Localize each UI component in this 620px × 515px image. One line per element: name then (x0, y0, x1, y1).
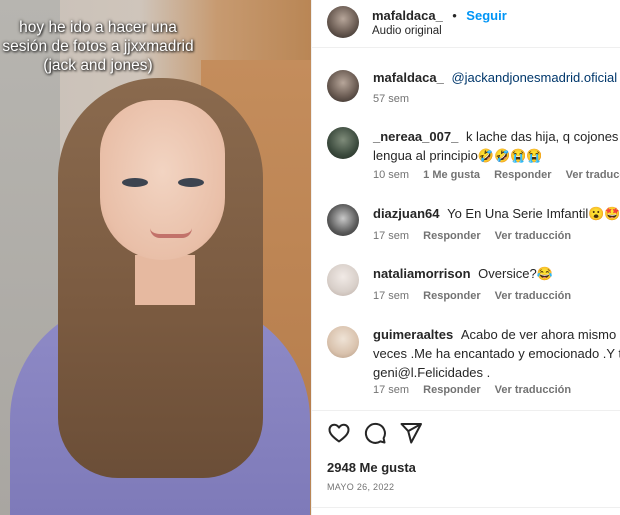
follow-button[interactable]: Seguir (466, 8, 506, 23)
person-eye-right (178, 178, 204, 187)
comment-text: nataliamorrison Oversice?😂 (373, 264, 553, 283)
comment-input-area[interactable] (312, 507, 620, 515)
post-media[interactable]: hoy he ido a hacer una sesión de fotos a… (0, 0, 311, 515)
comment-username[interactable]: _nereaa_007_ (373, 129, 458, 144)
comment-username[interactable]: guimeraaltes (373, 327, 453, 342)
comment-time[interactable]: 10 sem (373, 169, 409, 181)
post-header: mafaldaca_ • Seguir Audio original (312, 0, 620, 48)
comment-username[interactable]: diazjuan64 (373, 206, 439, 221)
person-mouth (150, 228, 192, 238)
post-details-panel: mafaldaca_ • Seguir Audio original mafal… (311, 0, 620, 515)
avatar[interactable] (327, 204, 359, 236)
comment-body-line: lengua al principio🤣🤣😭😭 (373, 148, 543, 163)
comment-time[interactable]: 17 sem (373, 384, 409, 396)
caption-line: (jack and jones) (43, 57, 153, 74)
avatar[interactable] (327, 127, 359, 159)
likes-count[interactable]: 2948 Me gusta (327, 460, 416, 475)
comment-meta: 17 sem Responder Ver traducción (373, 384, 582, 396)
comment-meta: 57 sem (373, 93, 420, 105)
comment-body-line: Yo En Una Serie Imfantil😮🤩🔥 (447, 206, 620, 221)
caption-line: hoy he ido a hacer una (19, 19, 177, 36)
reply-button[interactable]: Responder (494, 169, 551, 181)
comment-text: _nereaa_007_ k lache das hija, q cojones… (373, 127, 620, 146)
comment-body-line: Acabo de ver ahora mismo la (460, 327, 620, 342)
post-date[interactable]: MAYO 26, 2022 (327, 482, 394, 492)
translate-button[interactable]: Ver traducción (566, 169, 620, 181)
reply-button[interactable]: Responder (423, 290, 480, 302)
avatar[interactable] (327, 326, 359, 358)
translate-button[interactable]: Ver traducción (495, 230, 571, 242)
heart-icon[interactable] (327, 421, 351, 445)
comment-text: mafaldaca_ @jackandjonesmadrid.oficial @… (373, 68, 620, 87)
comment-body-line: veces .Me ha encantado y emocionado .Y t… (373, 346, 620, 361)
comment-username[interactable]: nataliamorrison (373, 266, 471, 281)
comment-meta: 10 sem 1 Me gusta Responder Ver traducci… (373, 169, 620, 181)
comment-username[interactable]: mafaldaca_ (373, 70, 444, 85)
comment-time[interactable]: 57 sem (373, 93, 409, 105)
comment-meta: 17 sem Responder Ver traducción (373, 230, 582, 242)
comment-icon[interactable] (363, 421, 387, 445)
post-actions: 2948 Me gusta MAYO 26, 2022 (312, 410, 620, 515)
comment-text: guimeraaltes Acabo de ver ahora mismo la (373, 325, 620, 344)
comment-body-line: Oversice?😂 (478, 266, 553, 281)
person-neck (135, 255, 195, 305)
comment-meta: 17 sem Responder Ver traducción (373, 290, 582, 302)
reply-button[interactable]: Responder (423, 230, 480, 242)
separator-dot: • (452, 8, 457, 23)
reply-button[interactable]: Responder (423, 384, 480, 396)
comment-likes[interactable]: 1 Me gusta (423, 169, 480, 181)
comment-body-line: k lache das hija, q cojones hac (465, 129, 620, 144)
translate-button[interactable]: Ver traducción (495, 384, 571, 396)
comment-body-line: geni@l.Felicidades . (373, 365, 491, 380)
avatar[interactable] (327, 6, 359, 38)
translate-button[interactable]: Ver traducción (495, 290, 571, 302)
caption-line: sesión de fotos a jjxxmadrid (2, 38, 194, 55)
audio-label[interactable]: Audio original (372, 25, 442, 37)
comment-time[interactable]: 17 sem (373, 230, 409, 242)
mention-link[interactable]: @jackandjonesmadrid.oficial @_ (451, 70, 620, 85)
video-caption-overlay: hoy he ido a hacer una sesión de fotos a… (0, 18, 196, 75)
avatar[interactable] (327, 70, 359, 102)
header-user-line: mafaldaca_ • Seguir (372, 7, 507, 25)
avatar[interactable] (327, 264, 359, 296)
comment-time[interactable]: 17 sem (373, 290, 409, 302)
header-username[interactable]: mafaldaca_ (372, 8, 443, 23)
comment-text: diazjuan64 Yo En Una Serie Imfantil😮🤩🔥 (373, 204, 620, 223)
person-eye-left (122, 178, 148, 187)
share-icon[interactable] (399, 421, 423, 445)
